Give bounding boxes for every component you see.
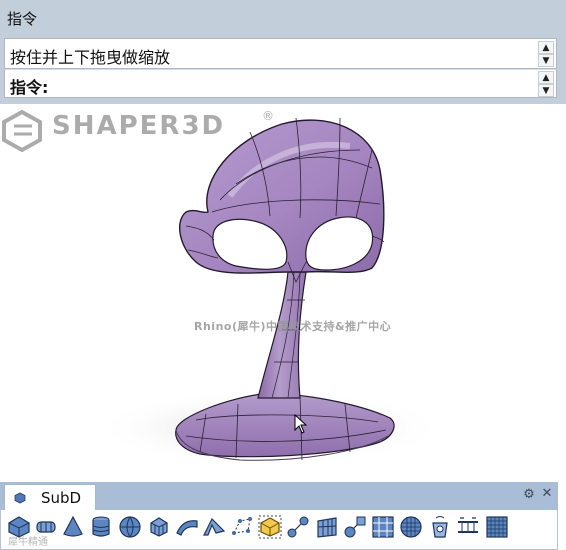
command-history-scrollbar[interactable]: ▲ ▼	[538, 41, 554, 67]
command-history-text: 按住并上下拖曳做缩放	[10, 48, 171, 67]
close-icon[interactable]: ✕	[540, 487, 554, 501]
scroll-down-icon[interactable]: ▼	[538, 54, 554, 67]
subd-grid-panel-icon[interactable]	[371, 515, 395, 539]
gear-icon[interactable]: ⚙	[522, 488, 536, 502]
subd-patch-icon[interactable]	[175, 515, 199, 539]
cursor-arrow-icon	[294, 414, 308, 434]
toolbar-tab-strip: SubD ⚙ ✕	[0, 482, 558, 510]
command-prompt: 指令:	[10, 78, 49, 97]
scroll-up-icon[interactable]: ▲	[538, 41, 554, 54]
watermark-caption: Rhino(犀牛)中国技术支持&推广中心	[194, 320, 392, 333]
subd-stripes-icon[interactable]	[315, 515, 339, 539]
command-input[interactable]: 指令: ▲ ▼	[4, 69, 557, 98]
tab-subd-label: SubD	[41, 489, 82, 507]
scroll-up-icon[interactable]: ▲	[538, 71, 554, 84]
subd-cube-icon[interactable]	[147, 515, 171, 539]
subd-fold-icon[interactable]	[202, 515, 226, 539]
tab-subd[interactable]: SubD	[4, 484, 96, 510]
subd-chair-model[interactable]	[0, 104, 566, 480]
command-history[interactable]: 按住并上下拖曳做缩放 ▲ ▼	[4, 38, 557, 69]
viewport[interactable]: SHAPER3D ® Rhino(犀牛)中国技术支持&推广中心	[0, 104, 566, 480]
command-input-scrollbar[interactable]: ▲ ▼	[538, 71, 554, 97]
subd-point-pair-icon[interactable]	[286, 515, 310, 539]
subd-bridge-icon[interactable]	[456, 515, 480, 539]
subd-mesh-grid-icon[interactable]	[485, 515, 509, 539]
command-panel-title: 指令	[7, 10, 38, 28]
subd-tab-icon	[14, 492, 26, 504]
corner-watermark: 犀牛精通	[8, 537, 48, 548]
subd-globe-grid-icon[interactable]	[399, 515, 423, 539]
subd-box-edit-icon[interactable]	[258, 515, 282, 539]
subd-cylinder-icon[interactable]	[89, 515, 113, 539]
subd-cone-icon[interactable]	[61, 515, 85, 539]
subd-sphere-link-icon[interactable]	[343, 515, 367, 539]
scroll-down-icon[interactable]: ▼	[538, 84, 554, 97]
subd-toolbar	[0, 510, 558, 550]
subd-sphere-icon[interactable]	[118, 515, 142, 539]
svg-text:®: ®	[262, 109, 274, 123]
watermark-brand: SHAPER3D	[52, 111, 225, 141]
subd-control-points-icon[interactable]	[230, 515, 254, 539]
subd-bucket-icon[interactable]	[428, 515, 452, 539]
command-panel: 指令 按住并上下拖曳做缩放 ▲ ▼ 指令: ▲ ▼	[0, 0, 566, 104]
shaper3d-watermark-logo: SHAPER3D ®	[2, 109, 274, 153]
